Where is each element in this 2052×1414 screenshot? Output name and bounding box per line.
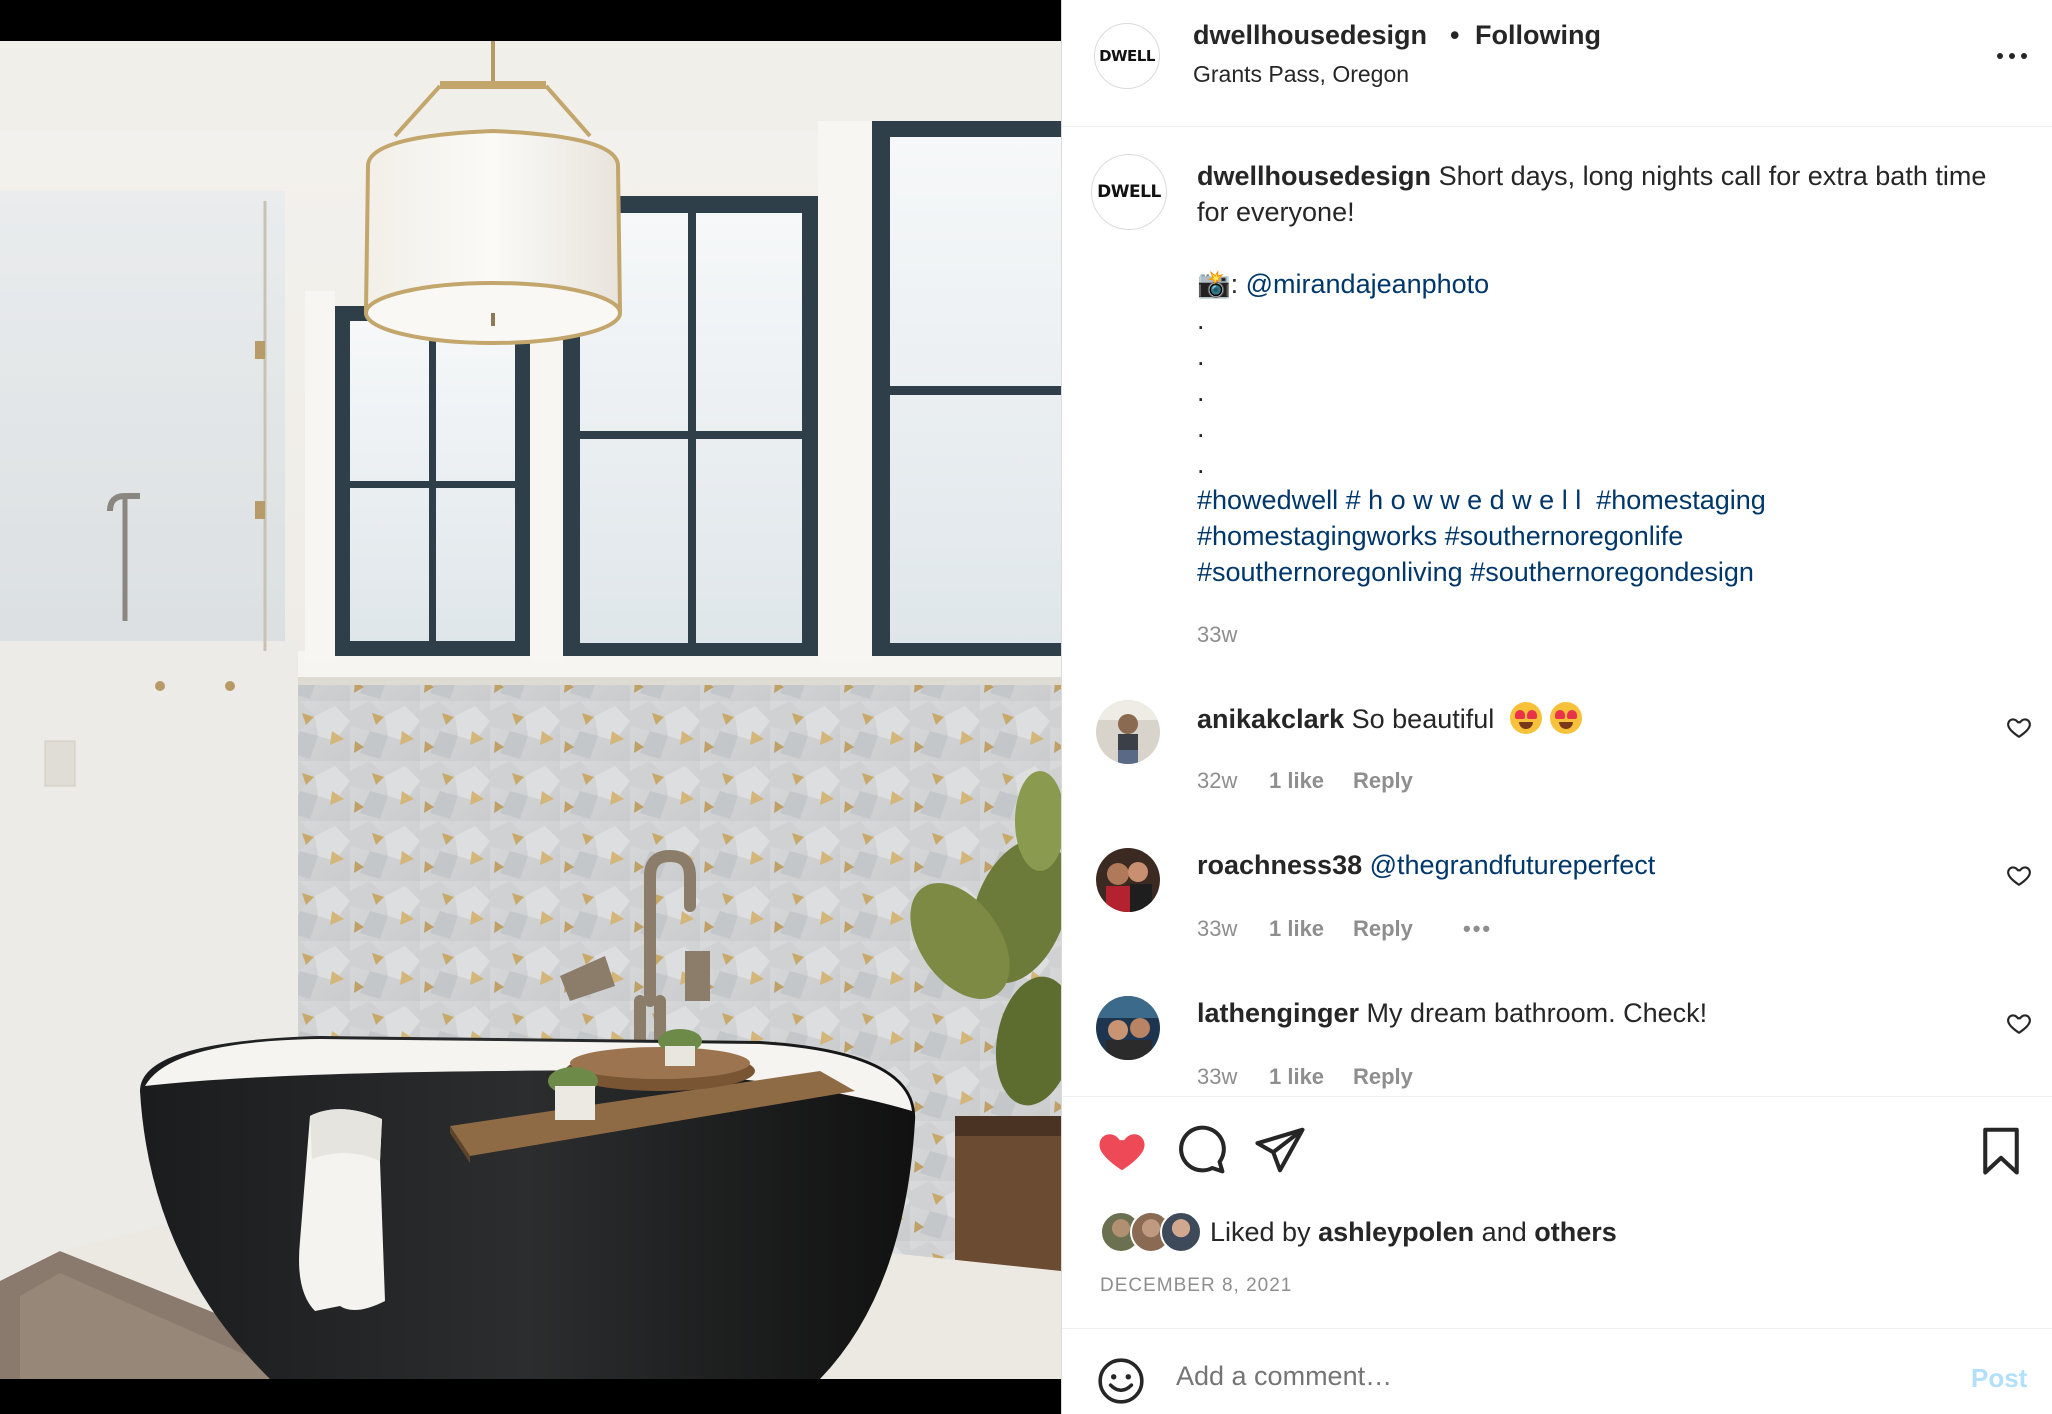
reply-button[interactable]: Reply (1353, 1064, 1463, 1090)
commenter-avatar[interactable] (1096, 848, 1160, 912)
comment-username[interactable]: roachness38 (1197, 850, 1362, 880)
comment-item: roachness38 @thegrandfutureperfect 33w 1… (1062, 848, 2052, 988)
heart-outline-icon[interactable] (2006, 862, 2032, 888)
comment-body: So beautiful (1351, 704, 1495, 734)
caption-dot: . (1197, 449, 1205, 479)
header-username[interactable]: dwellhousedesign (1193, 20, 1427, 51)
comments-list[interactable]: DWELL dwellhousedesign Short days, long … (1062, 128, 2052, 1096)
liked-by-text: Liked by ashleypolen and others (1210, 1217, 1617, 1248)
hashtags-line[interactable]: #homestagingworks #southernoregonlife (1197, 518, 2017, 554)
smile-icon[interactable] (1096, 1356, 1146, 1406)
liked-by-and: and (1481, 1216, 1527, 1247)
heart-filled-icon[interactable] (1095, 1123, 1149, 1177)
following-button[interactable]: Following (1475, 20, 1601, 51)
liked-by-user[interactable]: ashleypolen (1318, 1217, 1474, 1247)
comment-options-icon[interactable]: ••• (1463, 916, 1492, 942)
caption-dot: . (1197, 413, 1205, 443)
liked-by-others[interactable]: others (1534, 1217, 1617, 1247)
post-actions: Liked by ashleypolen and others DECEMBER… (1062, 1096, 2052, 1328)
comment-body: My dream bathroom. Check! (1366, 998, 1708, 1028)
comment-username[interactable]: anikakclark (1197, 704, 1344, 734)
comment-text: anikakclark So beautiful (1197, 702, 1582, 735)
liked-by-prefix: Liked by (1210, 1216, 1311, 1247)
bookmark-icon[interactable] (1974, 1123, 2028, 1177)
photo-credit-prefix: 📸: (1197, 269, 1246, 299)
commenter-avatar[interactable] (1096, 996, 1160, 1060)
comment-likes[interactable]: 1 like (1269, 1064, 1353, 1090)
post-header: DWELL dwellhousedesign • Following Grant… (1062, 0, 2052, 127)
post-photo[interactable] (0, 0, 1061, 1414)
comment-time[interactable]: 33w (1197, 916, 1269, 942)
header-separator: • (1450, 20, 1460, 50)
heart-outline-icon[interactable] (2006, 1010, 2032, 1036)
reply-button[interactable]: Reply (1353, 768, 1463, 794)
hashtags-line[interactable]: #southernoregonliving #southernoregondes… (1197, 554, 2017, 590)
caption-time[interactable]: 33w (1197, 622, 1237, 648)
comment-meta: 33w 1 like Reply (1197, 1064, 1463, 1090)
avatar-logo-text: DWELL (1097, 182, 1161, 202)
comment-item: lathenginger My dream bathroom. Check! 3… (1062, 996, 2052, 1096)
bathroom-image (0, 41, 1061, 1379)
location-link[interactable]: Grants Pass, Oregon (1193, 61, 1409, 88)
heart-eyes-emoji-icon (1549, 702, 1582, 734)
post-viewer: DWELL dwellhousedesign • Following Grant… (0, 0, 2052, 1414)
reply-button[interactable]: Reply (1353, 916, 1463, 942)
comment-text: lathenginger My dream bathroom. Check! (1197, 998, 1707, 1029)
commenter-avatar[interactable] (1096, 700, 1160, 764)
comment-mention[interactable]: @thegrandfutureperfect (1370, 850, 1656, 880)
comment-meta: 33w 1 like Reply ••• (1197, 916, 1492, 942)
caption-avatar[interactable]: DWELL (1091, 154, 1167, 230)
post-date[interactable]: DECEMBER 8, 2021 (1100, 1275, 1292, 1297)
profile-avatar[interactable]: DWELL (1094, 23, 1160, 89)
comment-input[interactable] (1176, 1361, 1876, 1392)
comment-time[interactable]: 32w (1197, 768, 1269, 794)
heart-eyes-emoji-icon (1509, 702, 1542, 734)
caption-dot: . (1197, 341, 1205, 371)
liked-by-row[interactable]: Liked by ashleypolen and others (1100, 1211, 1617, 1253)
hashtags-line[interactable]: #howedwell # h o w w e d w e l l #homest… (1197, 482, 2017, 518)
comment-time[interactable]: 33w (1197, 1064, 1269, 1090)
liked-by-avatars (1100, 1211, 1206, 1253)
caption-text: dwellhousedesign Short days, long nights… (1197, 158, 2017, 590)
send-icon[interactable] (1253, 1123, 1307, 1177)
comment-item: anikakclark So beautiful 32w 1 like Repl… (1062, 700, 2052, 840)
avatar-logo-text: DWELL (1099, 47, 1155, 65)
add-comment-bar: Post (1062, 1328, 2052, 1414)
photo-credit-mention[interactable]: @mirandajeanphoto (1246, 269, 1490, 299)
comment-text: roachness38 @thegrandfutureperfect (1197, 850, 1655, 881)
comment-icon[interactable] (1174, 1123, 1228, 1177)
comment-meta: 32w 1 like Reply (1197, 768, 1463, 794)
caption-dot: . (1197, 305, 1205, 335)
post-side-panel: DWELL dwellhousedesign • Following Grant… (1061, 0, 2052, 1414)
caption-dot: . (1197, 377, 1205, 407)
comment-username[interactable]: lathenginger (1197, 998, 1359, 1028)
post-button[interactable]: Post (1971, 1363, 2027, 1394)
comment-likes[interactable]: 1 like (1269, 916, 1353, 942)
more-horizontal-icon[interactable] (1992, 36, 2032, 76)
heart-outline-icon[interactable] (2006, 714, 2032, 740)
comment-likes[interactable]: 1 like (1269, 768, 1353, 794)
caption-username[interactable]: dwellhousedesign (1197, 161, 1431, 191)
